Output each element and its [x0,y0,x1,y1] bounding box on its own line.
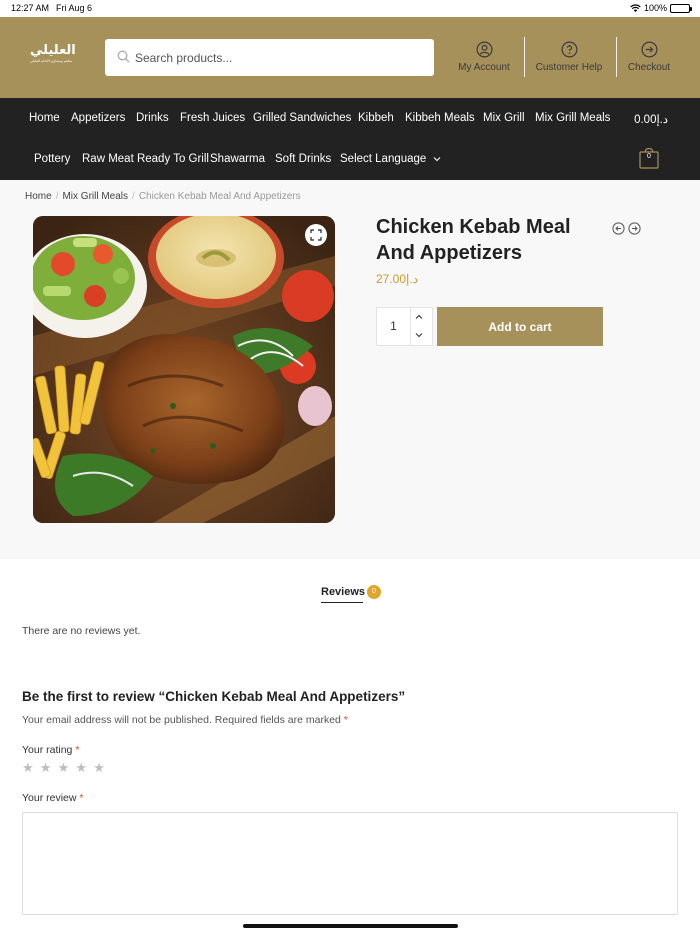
rating-label-text: Your rating [22,744,73,756]
breadcrumb-current: Chicken Kebab Meal And Appetizers [138,191,301,202]
nav-item-grilled-sandwiches[interactable]: Grilled Sandwiches [253,112,351,124]
breadcrumb-home[interactable]: Home [25,191,52,202]
checkout-link[interactable]: Checkout [626,41,672,73]
battery-percent: 100% [643,3,667,13]
chevron-up-icon[interactable] [415,314,423,320]
arrow-right-circle-icon [640,41,658,58]
quantity-value[interactable]: 1 [377,308,410,345]
cart-count: 0 [647,153,651,160]
tab-active-underline [321,602,363,603]
required-mark: * [79,792,84,804]
nav-item-drinks[interactable]: Drinks [136,112,169,124]
quantity-stepper[interactable]: 1 [376,307,433,346]
search-input[interactable] [135,39,425,76]
nav-item-fresh-juices[interactable]: Fresh Juices [180,112,245,124]
reviews-count-badge: 0 [367,585,381,599]
home-indicator [243,924,458,928]
previous-product-icon[interactable] [612,222,625,235]
next-product-icon[interactable] [628,222,641,235]
chevron-down-icon[interactable] [415,332,423,338]
star-5[interactable]: ★ [93,761,106,776]
help-icon [560,41,578,58]
nav-item-soft-drinks[interactable]: Soft Drinks [275,153,331,165]
logo-text: العليلي [30,43,76,58]
star-3[interactable]: ★ [58,761,71,776]
my-account-label: My Account [458,62,510,73]
nav-item-appetizers[interactable]: Appetizers [71,112,125,124]
review-note-text: Your email address will not be published… [22,714,341,726]
status-time: 12:27 AM [11,3,50,13]
tab-reviews[interactable]: Reviews [321,586,365,598]
nav-item-kibbeh[interactable]: Kibbeh [358,112,394,124]
nav-item-mix-grill-meals[interactable]: Mix Grill Meals [535,112,610,124]
customer-help-link[interactable]: Customer Help [534,41,604,73]
rating-label: Your rating * [22,744,79,756]
wifi-icon [630,4,641,12]
customer-help-label: Customer Help [535,62,603,73]
status-date: Fri Aug 6 [56,3,93,13]
search-box [105,39,434,76]
no-reviews-text: There are no reviews yet. [22,625,141,637]
header-divider [524,37,525,77]
battery-icon [670,3,692,13]
site-header: العليلي مطعم ومشاوي اللحام العليلي My Ac… [0,17,700,98]
breadcrumb: Home / Mix Grill Meals / Chicken Kebab Meal … [25,191,301,202]
search-icon [117,50,130,63]
logo-subtext: مطعم ومشاوي اللحام العليلي [30,59,72,63]
product-price: 27.00د.إ [376,272,419,286]
cart-total[interactable]: 0.00د.إ [634,112,668,126]
nav-item-home[interactable]: Home [29,112,60,124]
language-selector-label: Select Language [340,153,427,165]
required-mark: * [343,714,348,726]
product-section: Home / Mix Grill Meals / Chicken Kebab Meal … [0,180,700,559]
my-account-link[interactable]: My Account [456,41,512,73]
checkout-label: Checkout [627,62,671,73]
nav-item-raw-meat[interactable]: Raw Meat Ready To Grill [82,153,209,165]
food-photo [33,216,335,523]
expand-icon [310,229,322,241]
main-navigation: Home Appetizers Drinks Fresh Juices Gril… [0,98,700,180]
status-bar: 12:27 AM Fri Aug 6 100% [0,0,700,17]
review-label-text: Your review [22,792,77,804]
star-1[interactable]: ★ [22,761,35,776]
product-title: Chicken Kebab Meal And Appetizers [376,216,571,264]
product-image[interactable] [33,216,335,523]
star-4[interactable]: ★ [75,761,88,776]
star-2[interactable]: ★ [40,761,53,776]
breadcrumb-category[interactable]: Mix Grill Meals [62,191,128,202]
required-mark: * [75,744,80,756]
header-divider [616,37,617,77]
chevron-down-icon [433,157,440,162]
review-form-title: Be the first to review “Chicken Kebab Me… [22,689,406,704]
status-right: 100% [630,3,692,13]
nav-item-kibbeh-meals[interactable]: Kibbeh Meals [405,112,475,124]
add-to-cart-button[interactable]: Add to cart [437,307,603,346]
zoom-button[interactable] [305,224,327,246]
nav-item-pottery[interactable]: Pottery [34,153,70,165]
nav-item-shawarma[interactable]: Shawarma [210,153,265,165]
site-logo[interactable]: العليلي مطعم ومشاوي اللحام العليلي [30,43,76,73]
review-label: Your review * [22,792,84,804]
nav-item-mix-grill[interactable]: Mix Grill [483,112,525,124]
language-selector[interactable]: Select Language [340,153,441,165]
review-textarea[interactable] [22,812,678,915]
user-icon [475,41,493,58]
star-rating: ★ ★ ★ ★ ★ [22,761,106,776]
cart-button[interactable]: 0 [639,147,659,169]
review-form-note: Your email address will not be published… [22,714,348,726]
